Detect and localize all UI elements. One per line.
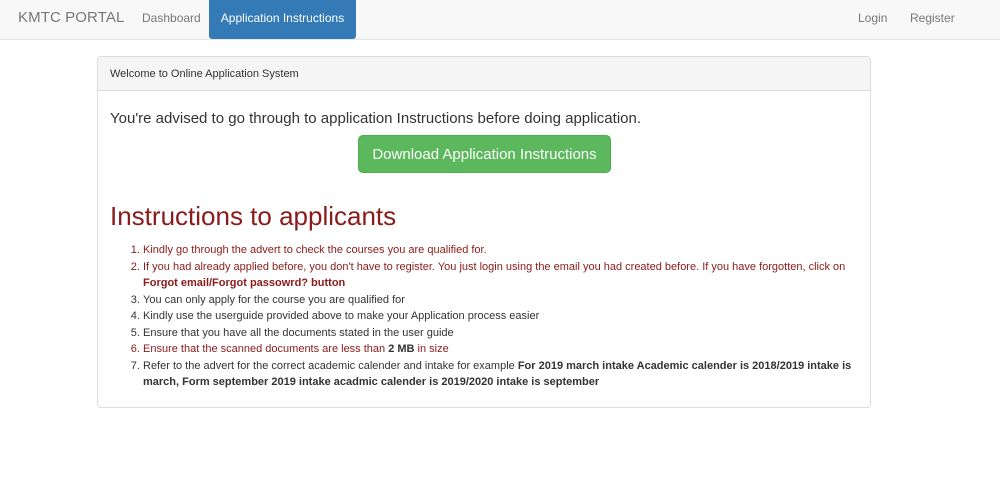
advice-text: You're advised to go through to applicat… — [110, 110, 642, 127]
instructions-list: Kindly go through the advert to check th… — [110, 242, 862, 391]
nav-login[interactable]: Login — [858, 0, 887, 39]
instruction-item: Kindly go through the advert to check th… — [143, 242, 862, 259]
nav-application-instructions[interactable]: Application Instructions — [209, 0, 356, 39]
nav-register[interactable]: Register — [910, 0, 955, 39]
instruction-item: Ensure that the scanned documents are le… — [143, 341, 862, 358]
file-size-limit: 2 MB — [388, 343, 415, 355]
instruction-item: Kindly use the userguide provided above … — [143, 308, 862, 325]
top-navbar: KMTC PORTAL Dashboard Application Instru… — [0, 0, 1000, 40]
panel-heading: Welcome to Online Application System — [98, 57, 870, 91]
download-instructions-button[interactable]: Download Application Instructions — [358, 135, 611, 173]
brand-link[interactable]: KMTC PORTAL — [18, 9, 124, 26]
forgot-credentials-hint: Forgot email/Forgot passowrd? button — [143, 277, 346, 289]
instruction-item: Ensure that you have all the documents s… — [143, 325, 862, 342]
instructions-title: Instructions to applicants — [110, 201, 397, 231]
instruction-item: Refer to the advert for the correct acad… — [143, 358, 862, 391]
instruction-item: If you had already applied before, you d… — [143, 259, 862, 292]
nav-dashboard[interactable]: Dashboard — [142, 0, 201, 39]
welcome-panel: Welcome to Online Application System You… — [97, 56, 871, 408]
instruction-item: You can only apply for the course you ar… — [143, 292, 862, 309]
